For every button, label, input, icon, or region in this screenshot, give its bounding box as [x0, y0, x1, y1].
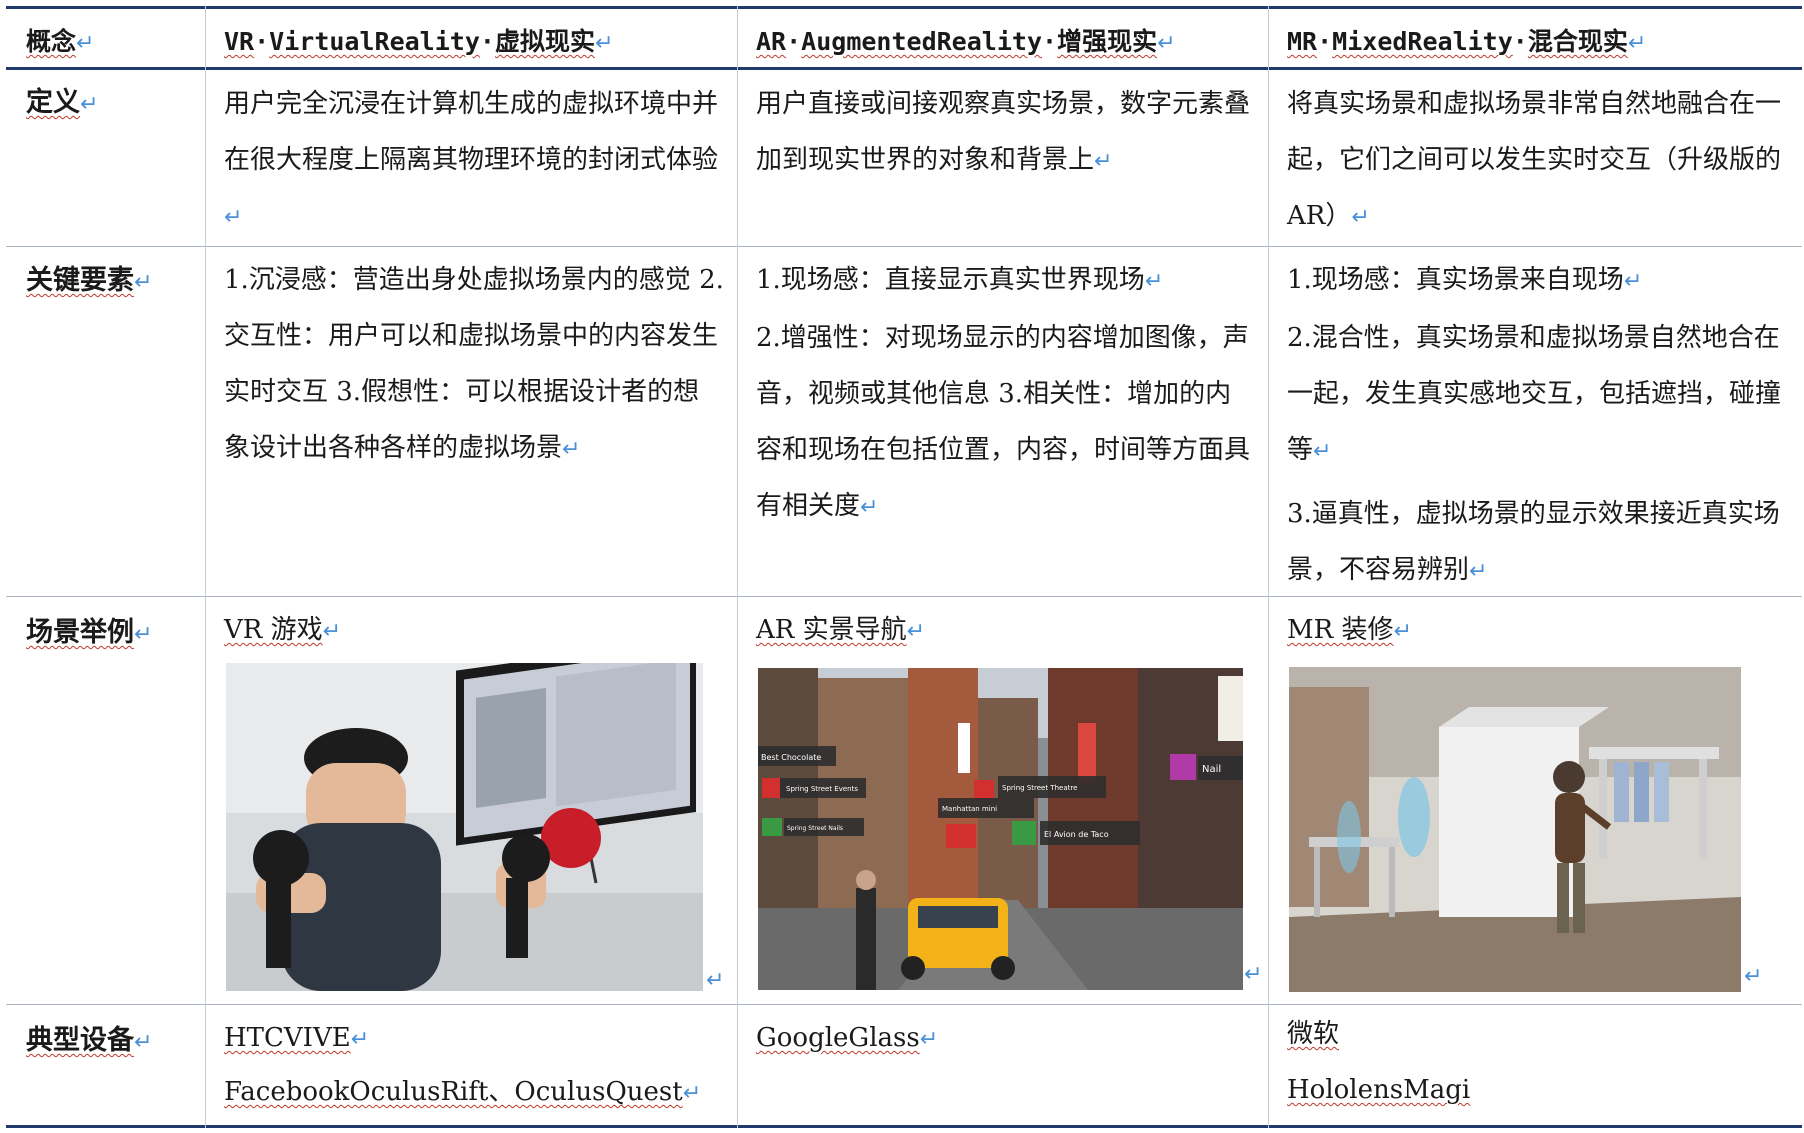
return-mark: ↵ [706, 968, 725, 993]
ar-label: Best Chocolate [761, 753, 821, 762]
header-ar-en: AugmentedReality [801, 27, 1042, 56]
header-vr-abbr: VR [224, 27, 255, 56]
devices-vr: HTCVIVE↵ FacebookOculusRift、OculusQuest↵ [224, 1023, 702, 1107]
header-ar-zh: 增强现实 [1057, 27, 1158, 56]
row-label-example: 场景举例↵ [26, 617, 153, 648]
row-divider [6, 246, 1802, 247]
definition-mr: 将真实场景和虚拟场景非常自然地融合在一起，它们之间可以发生实时交互（升级版的 A… [1287, 89, 1782, 231]
row-label-devices: 典型设备↵ [26, 1025, 153, 1056]
comparison-table: 概念↵ VR·VirtualReality·虚拟现实↵ AR·Augmented… [6, 6, 1802, 1128]
header-vr-en: VirtualReality [269, 27, 480, 56]
header-ar-abbr: AR [756, 27, 787, 56]
column-divider [1268, 6, 1269, 1128]
ar-label: Manhattan mini [942, 805, 997, 813]
top-rule [6, 6, 1802, 9]
ar-navigation-photo: Best Chocolate Spring Street Events Spri… [758, 668, 1243, 990]
header-mr: MR·MixedReality·混合现实↵ [1287, 27, 1647, 56]
row-divider [6, 1004, 1802, 1005]
ar-label: Nail [1202, 764, 1221, 775]
bottom-rule [6, 1125, 1802, 1128]
header-mr-abbr: MR [1287, 27, 1318, 56]
mr-decoration-photo [1289, 667, 1741, 992]
header-concept: 概念↵ [26, 27, 95, 56]
example-ar-caption: AR 实景导航↵ [756, 615, 926, 645]
devices-ar: GoogleGlass↵ [756, 1023, 939, 1053]
return-mark: ↵ [1244, 962, 1263, 987]
ar-label: Spring Street Theatre [1002, 784, 1077, 792]
column-divider [205, 6, 206, 1128]
ar-label: Spring Street Nails [787, 825, 843, 832]
key-elements-mr: 1.现场感：真实场景来自现场↵ 2.混合性，真实场景和虚拟场景自然地合在一起，发… [1287, 265, 1782, 585]
key-elements-ar: 1.现场感：直接显示真实世界现场↵ 2.增强性：对现场显示的内容增加图像，声音，… [756, 265, 1251, 521]
key-elements-vr: 1.沉浸感：营造出身处虚拟场景内的感觉 2.交互性：用户可以和虚拟场景中的内容发… [224, 265, 724, 463]
devices-mr: 微软 HololensMagi [1287, 1019, 1471, 1105]
example-vr-caption: VR 游戏↵ [224, 615, 342, 645]
definition-ar: 用户直接或间接观察真实场景，数字元素叠加到现实世界的对象和背景上↵ [756, 89, 1251, 175]
vr-game-photo [226, 663, 703, 991]
example-mr-caption: MR 装修↵ [1287, 615, 1412, 645]
header-vr: VR·VirtualReality·虚拟现实↵ [224, 27, 614, 56]
ar-label: Spring Street Events [786, 785, 858, 793]
return-mark: ↵ [1744, 964, 1763, 989]
header-mr-en: MixedReality [1332, 27, 1513, 56]
row-label-definition: 定义↵ [26, 87, 99, 118]
header-ar: AR·AugmentedReality·增强现实↵ [756, 27, 1176, 56]
column-divider [737, 6, 738, 1128]
row-label-key-elements: 关键要素↵ [26, 265, 153, 296]
header-mr-zh: 混合现实 [1527, 27, 1628, 56]
ar-label: El Avion de Taco [1044, 830, 1109, 839]
definition-vr: 用户完全沉浸在计算机生成的虚拟环境中并在很大程度上隔离其物理环境的封闭式体验↵ [224, 89, 719, 230]
header-rule [6, 67, 1802, 70]
header-vr-zh: 虚拟现实 [494, 27, 595, 56]
